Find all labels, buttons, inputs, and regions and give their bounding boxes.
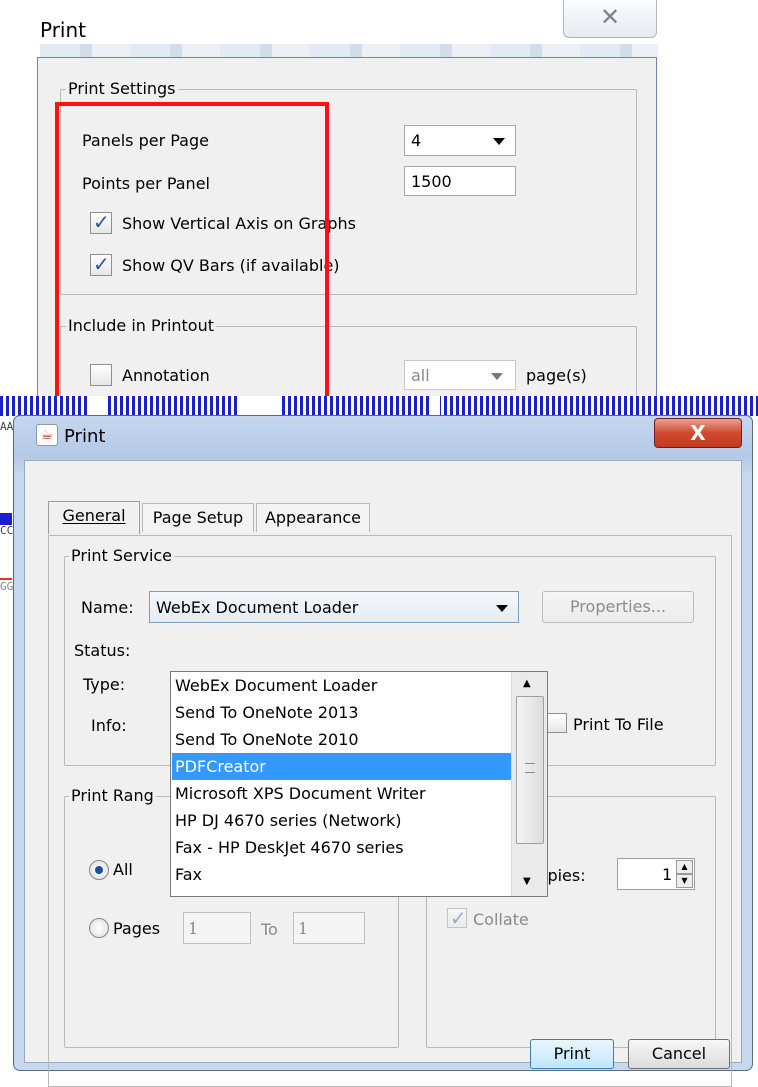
artifact-gap <box>240 396 280 416</box>
artifact-bars <box>0 396 758 416</box>
artifact-text: AA <box>0 420 14 433</box>
copies-spinner[interactable]: 1 ▲ ▼ <box>617 858 695 890</box>
print-dialog: ☕ Print X General Page Setup Appearance … <box>13 415 753 1087</box>
collate-checkbox[interactable] <box>447 906 467 930</box>
grip-icon <box>525 763 535 773</box>
scrollbar-thumb[interactable] <box>516 696 544 844</box>
pages-from-input[interactable]: 1 <box>183 912 251 944</box>
list-item[interactable]: Microsoft XPS Document Writer <box>172 780 512 807</box>
list-item[interactable]: Fax <box>172 861 512 888</box>
properties-button[interactable]: Properties... <box>542 591 694 623</box>
collate-label: Collate <box>473 910 529 929</box>
tab-general[interactable]: General <box>48 501 140 534</box>
pages-radio[interactable] <box>89 918 109 938</box>
points-per-panel-value: 1500 <box>411 172 452 191</box>
print-range-legend: Print Rang <box>69 786 156 805</box>
panels-per-page-value: 4 <box>411 131 422 150</box>
chevron-down-icon <box>493 138 505 145</box>
status-label: Status: <box>74 641 131 660</box>
top-blur-strip <box>40 44 658 58</box>
tab-appearance[interactable]: Appearance <box>256 503 370 532</box>
pages-suffix-label: page(s) <box>526 366 587 385</box>
all-radio[interactable] <box>89 860 109 880</box>
pages-to-input[interactable]: 1 <box>293 912 365 944</box>
artifact-bar <box>0 578 12 580</box>
list-item[interactable]: Send To OneNote 2013 <box>172 699 512 726</box>
scroll-down-icon[interactable]: ▼ <box>523 876 531 887</box>
chevron-down-icon <box>491 373 503 380</box>
artifact-gap <box>430 396 440 416</box>
java-icon: ☕ <box>36 424 58 446</box>
print-button[interactable]: Print <box>530 1039 614 1069</box>
list-item[interactable]: WebEx Document Loader <box>172 672 512 699</box>
close-icon[interactable]: X <box>654 418 742 448</box>
artifact-text: GG <box>0 580 14 593</box>
tab-page-setup[interactable]: Page Setup <box>142 503 254 532</box>
points-per-panel-input[interactable]: 1500 <box>404 166 516 196</box>
spinner-down-icon[interactable]: ▼ <box>676 874 693 888</box>
top-close-icon[interactable]: ✕ <box>563 0 657 38</box>
artifact-text: CC <box>0 524 14 537</box>
type-label: Type: <box>83 675 126 694</box>
all-label: All <box>113 860 133 879</box>
dialog-body: General Page Setup Appearance Print Serv… <box>24 460 742 1087</box>
title-bar[interactable]: ☕ Print X <box>14 416 752 460</box>
chevron-down-icon <box>496 605 508 612</box>
printer-name-select[interactable]: WebEx Document Loader <box>149 591 519 623</box>
cancel-button[interactable]: Cancel <box>628 1039 730 1069</box>
top-dialog-title: Print <box>40 18 87 42</box>
tab-general-label: General <box>62 506 126 525</box>
dialog-title: Print <box>64 426 106 447</box>
panels-per-page-select[interactable]: 4 <box>404 125 516 156</box>
print-to-file-label: Print To File <box>573 715 664 734</box>
print-settings-legend: Print Settings <box>66 79 178 98</box>
to-label: To <box>261 920 278 939</box>
info-label: Info: <box>91 716 127 735</box>
list-item[interactable]: Fax - HP DeskJet 4670 series <box>172 834 512 861</box>
tab-appearance-label: Appearance <box>264 508 362 527</box>
printer-dropdown-list[interactable]: WebEx Document Loader Send To OneNote 20… <box>170 671 548 897</box>
annotation-pages-value: all <box>411 366 430 385</box>
red-highlight-box <box>55 102 329 405</box>
pages-label: Pages <box>113 919 161 938</box>
print-to-file-checkbox[interactable] <box>547 713 567 733</box>
background-print-dialog: Print ✕ Print Settings Panels per Page 4… <box>0 0 758 405</box>
tab-page-setup-label: Page Setup <box>152 508 244 527</box>
print-service-legend: Print Service <box>69 546 175 565</box>
spinner-up-icon[interactable]: ▲ <box>676 860 693 874</box>
artifact-gap <box>90 396 108 416</box>
annotation-pages-select[interactable]: all <box>404 360 516 390</box>
artifact-bar <box>0 513 12 525</box>
scroll-up-icon[interactable]: ▲ <box>523 678 531 689</box>
dropdown-scrollbar[interactable]: ▲ ▼ <box>511 672 547 896</box>
list-item-selected[interactable]: PDFCreator <box>172 753 512 780</box>
printer-name-value: WebEx Document Loader <box>156 598 359 617</box>
list-item[interactable]: HP DJ 4670 series (Network) <box>172 807 512 834</box>
list-item[interactable]: Send To OneNote 2010 <box>172 726 512 753</box>
copies-value: 1 <box>662 865 673 884</box>
name-label: Name: <box>81 598 134 617</box>
